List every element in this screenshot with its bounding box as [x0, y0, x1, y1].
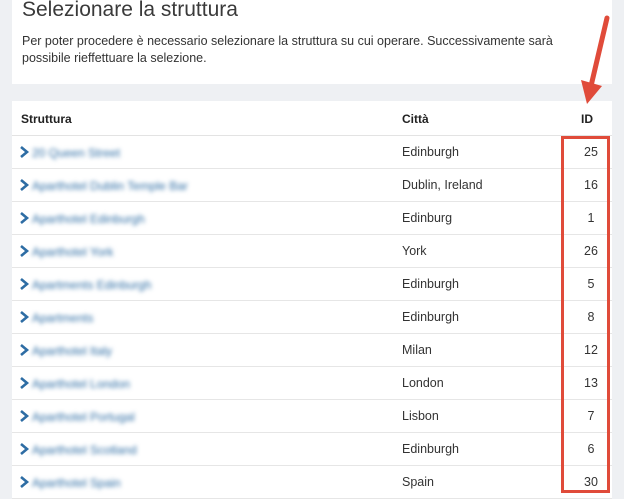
- structure-name-link[interactable]: Aparthotel Scotland: [32, 443, 137, 457]
- chevron-right-icon[interactable]: [18, 211, 30, 225]
- chevron-right-icon[interactable]: [18, 244, 30, 258]
- table-row[interactable]: Aparthotel Edinburgh Edinburg 1: [12, 202, 612, 235]
- chevron-right-icon[interactable]: [18, 343, 30, 357]
- city-cell: London: [402, 376, 444, 390]
- structure-name-link[interactable]: Aparthotel London: [32, 377, 130, 391]
- structure-table: Struttura Città ID 20 Queen Street Edinbu…: [12, 101, 612, 499]
- column-header-struttura[interactable]: Struttura: [21, 112, 72, 126]
- id-column-highlight: [561, 136, 610, 493]
- city-cell: Spain: [402, 475, 434, 489]
- city-cell: Dublin, Ireland: [402, 178, 483, 192]
- table-row[interactable]: Aparthotel Dublin Temple Bar Dublin, Irel…: [12, 169, 612, 202]
- chevron-right-icon[interactable]: [18, 376, 30, 390]
- chevron-right-icon[interactable]: [18, 277, 30, 291]
- structure-name-link[interactable]: 20 Queen Street: [32, 146, 120, 160]
- table-body: 20 Queen Street Edinburgh 25 Aparthotel Dub…: [12, 136, 612, 499]
- table-row[interactable]: Aparthotel London London 13: [12, 367, 612, 400]
- city-cell: Edinburgh: [402, 145, 459, 159]
- table-row[interactable]: Aparthotel Scotland Edinburgh 6: [12, 433, 612, 466]
- structure-name-link[interactable]: Aparthotel Dublin Temple Bar: [32, 179, 188, 193]
- structure-name-link[interactable]: Aparthotel Italy: [32, 344, 112, 358]
- city-cell: Lisbon: [402, 409, 439, 423]
- city-cell: York: [402, 244, 427, 258]
- city-cell: Edinburgh: [402, 277, 459, 291]
- chevron-right-icon[interactable]: [18, 145, 30, 159]
- chevron-right-icon[interactable]: [18, 310, 30, 324]
- city-cell: Edinburgh: [402, 442, 459, 456]
- structure-name-link[interactable]: Aparthotel Edinburgh: [32, 212, 145, 226]
- column-header-id[interactable]: ID: [581, 112, 593, 126]
- chevron-right-icon[interactable]: [18, 178, 30, 192]
- structure-name-link[interactable]: Apartments: [32, 311, 93, 325]
- chevron-right-icon[interactable]: [18, 409, 30, 423]
- column-header-citta[interactable]: Città: [402, 112, 429, 126]
- table-row[interactable]: Aparthotel Spain Spain 30: [12, 466, 612, 499]
- city-cell: Edinburg: [402, 211, 453, 225]
- structure-name-link[interactable]: Aparthotel Portugal: [32, 410, 135, 424]
- city-cell: Milan: [402, 343, 432, 357]
- chevron-right-icon[interactable]: [18, 475, 30, 489]
- page-title: Selezionare la struttura: [22, 0, 238, 21]
- red-arrow-icon: [581, 15, 610, 104]
- table-row[interactable]: Aparthotel York York 26: [12, 235, 612, 268]
- structure-name-link[interactable]: Aparthotel York: [32, 245, 113, 259]
- page-description: Per poter procedere è necessario selezio…: [22, 34, 553, 65]
- table-row[interactable]: Aparthotel Italy Milan 12: [12, 334, 612, 367]
- structure-name-link[interactable]: Apartments Edinburgh: [32, 278, 151, 292]
- table-header: Struttura Città ID: [12, 101, 612, 136]
- table-row[interactable]: Aparthotel Portugal Lisbon 7: [12, 400, 612, 433]
- table-row[interactable]: Apartments Edinburgh Edinburgh 5: [12, 268, 612, 301]
- structure-name-link[interactable]: Aparthotel Spain: [32, 476, 121, 490]
- header-card: Selezionare la struttura Per poter proce…: [12, 0, 612, 84]
- city-cell: Edinburgh: [402, 310, 459, 324]
- chevron-right-icon[interactable]: [18, 442, 30, 456]
- table-row[interactable]: 20 Queen Street Edinburgh 25: [12, 136, 612, 169]
- table-row[interactable]: Apartments Edinburgh 8: [12, 301, 612, 334]
